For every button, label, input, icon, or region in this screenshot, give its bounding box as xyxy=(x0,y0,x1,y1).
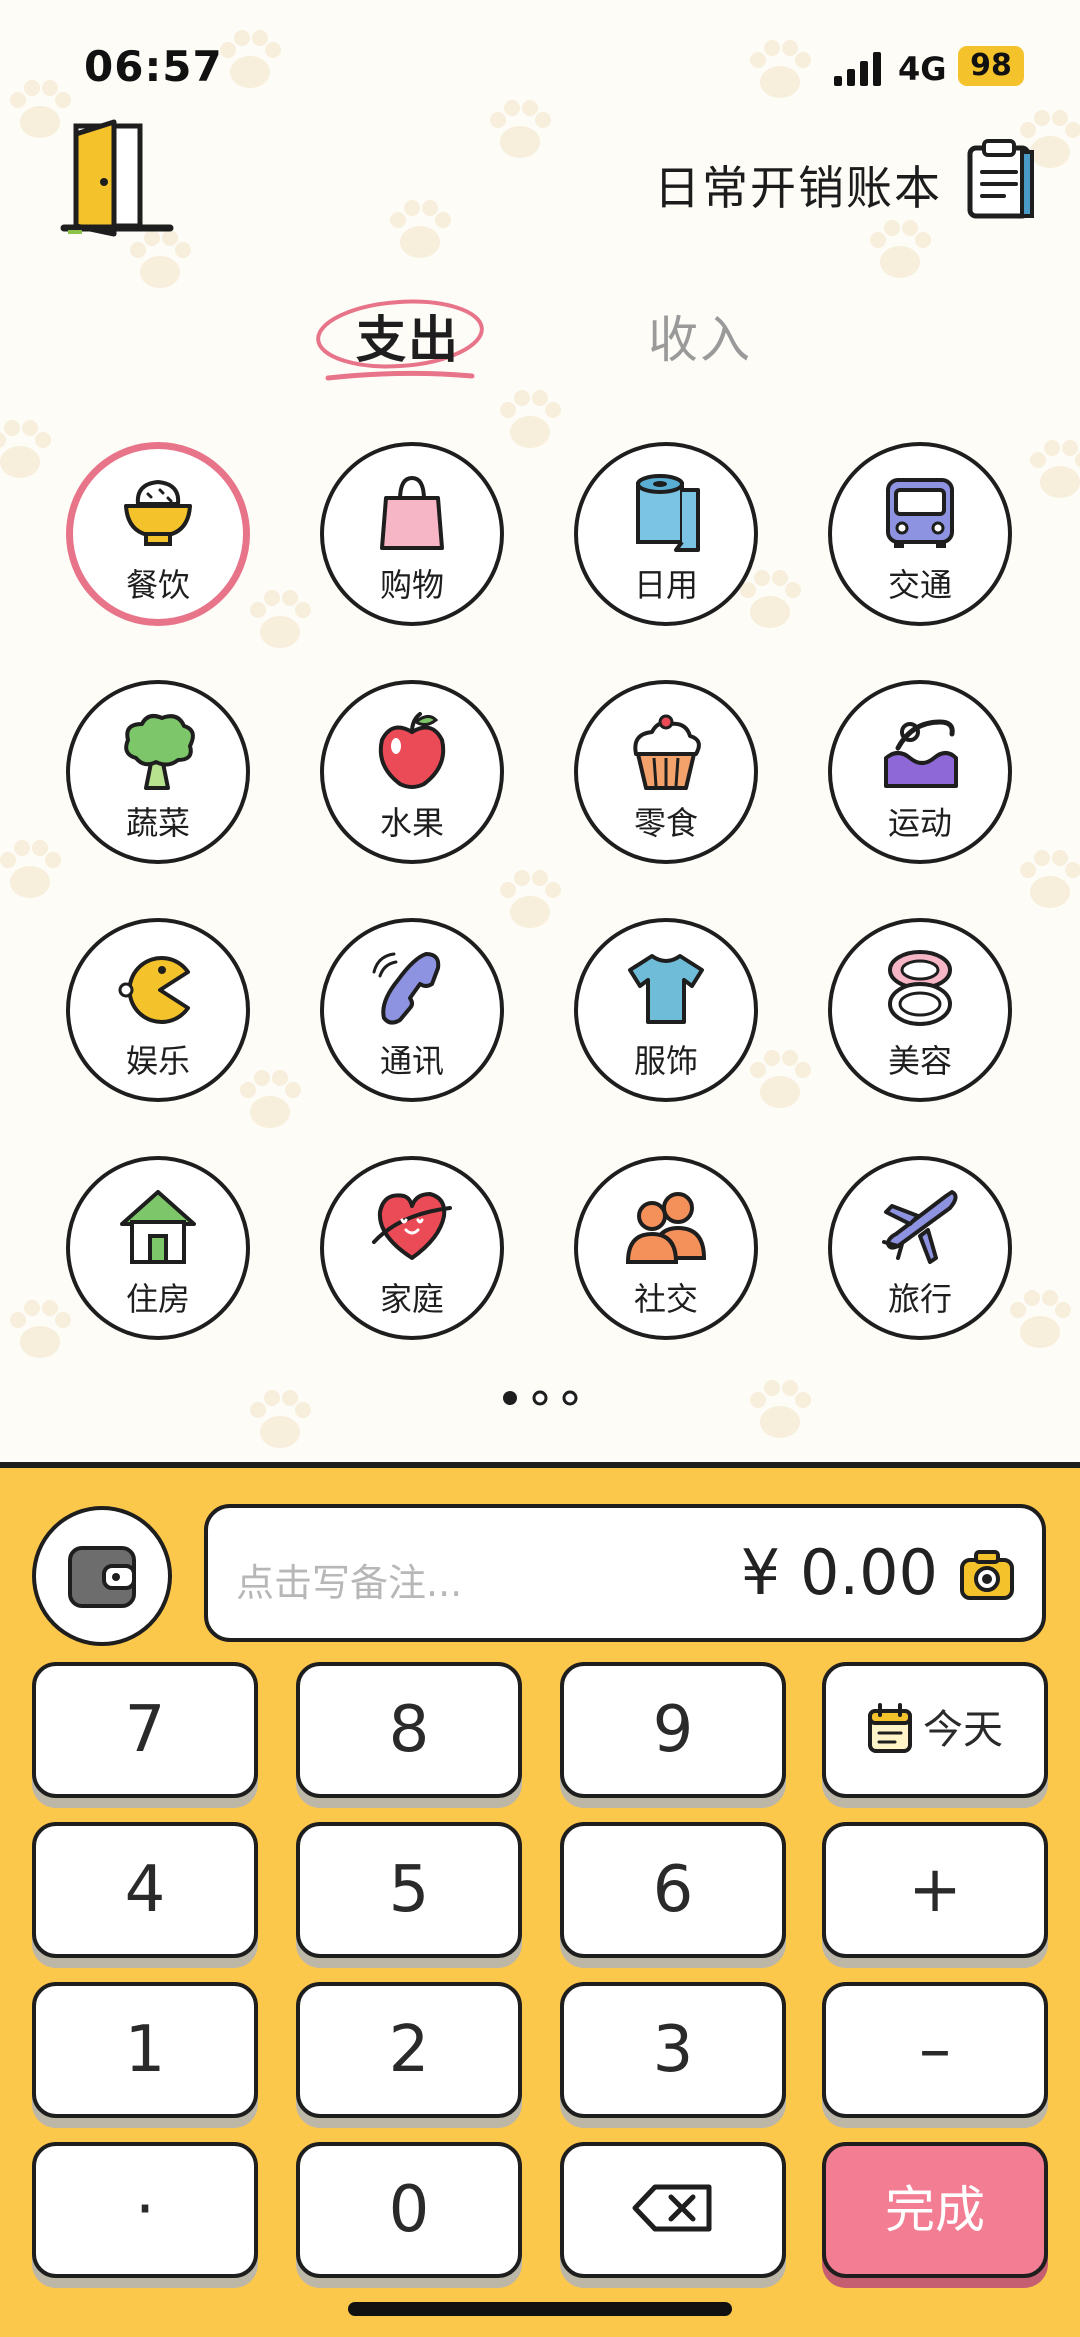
key-5[interactable]: 5 xyxy=(296,1822,522,1958)
key-2[interactable]: 2 xyxy=(296,1982,522,2118)
category-label: 水果 xyxy=(379,804,444,842)
category-dining[interactable]: 餐饮 xyxy=(66,442,250,626)
page-indicator xyxy=(503,1390,578,1406)
category-shopping[interactable]: 购物 xyxy=(320,442,504,626)
category-social[interactable]: 社交 xyxy=(574,1156,758,1340)
tshirt-icon xyxy=(628,954,704,1024)
account-wallet-button[interactable] xyxy=(32,1506,172,1646)
category-label: 旅行 xyxy=(887,1280,952,1318)
category-label: 娱乐 xyxy=(125,1042,190,1080)
key-9[interactable]: 9 xyxy=(560,1662,786,1798)
category-label: 家庭 xyxy=(379,1280,444,1318)
category-fruit[interactable]: 水果 xyxy=(320,680,504,864)
key-1[interactable]: 1 xyxy=(32,1982,258,2118)
pacman-icon xyxy=(118,956,190,1024)
category-label: 美容 xyxy=(887,1042,952,1080)
backspace-icon xyxy=(632,2184,712,2232)
people-icon xyxy=(625,1192,707,1264)
shopping-bag-icon xyxy=(380,475,444,550)
backspace-button[interactable] xyxy=(560,2142,786,2278)
key-plus[interactable]: + xyxy=(822,1822,1048,1958)
swimmer-icon xyxy=(884,719,958,788)
category-family[interactable]: 家庭 xyxy=(320,1156,504,1340)
category-snacks[interactable]: 零食 xyxy=(574,680,758,864)
category-sports[interactable]: 运动 xyxy=(828,680,1012,864)
key-minus[interactable]: – xyxy=(822,1982,1048,2118)
status-bar: 06:57 4G 98 xyxy=(0,0,1080,130)
ledger-name[interactable]: 日常开销账本 xyxy=(654,152,942,218)
cupcake-icon xyxy=(633,714,701,790)
key-8[interactable]: 8 xyxy=(296,1662,522,1798)
add-record-screen: 06:57 4G 98 日常开销账本 支出 收入 餐饮 购物 日用 交通 蔬菜 … xyxy=(0,0,1080,2337)
network-type: 4G xyxy=(898,50,947,88)
broccoli-icon xyxy=(124,714,195,790)
battery-level: 98 xyxy=(958,46,1024,86)
done-button[interactable]: 完成 xyxy=(822,2142,1048,2278)
camera-icon[interactable] xyxy=(958,1548,1016,1602)
category-telecom[interactable]: 通讯 xyxy=(320,918,504,1102)
key-7[interactable]: 7 xyxy=(32,1662,258,1798)
category-beauty[interactable]: 美容 xyxy=(828,918,1012,1102)
category-travel[interactable]: 旅行 xyxy=(828,1156,1012,1340)
compact-mirror-icon xyxy=(888,950,952,1026)
bus-icon xyxy=(886,478,954,548)
status-time: 06:57 xyxy=(84,42,223,91)
amount-display: ¥ 0.00 xyxy=(740,1536,938,1609)
key-4[interactable]: 4 xyxy=(32,1822,258,1958)
keypad-panel: 点击写备注... ¥ 0.00 7 8 9 今天 4 5 6 + 1 2 3 –… xyxy=(0,1462,1080,2337)
category-label: 社交 xyxy=(633,1280,698,1318)
wallet-icon xyxy=(68,1546,136,1608)
page-dot xyxy=(532,1390,548,1406)
note-input[interactable]: 点击写备注... xyxy=(236,1552,462,1607)
phone-icon xyxy=(372,952,441,1025)
category-daily-use[interactable]: 日用 xyxy=(574,442,758,626)
category-label: 日用 xyxy=(633,566,698,604)
page-dot-active xyxy=(503,1391,517,1405)
category-label: 交通 xyxy=(887,566,952,604)
date-today-button[interactable]: 今天 xyxy=(822,1662,1048,1798)
category-clothing[interactable]: 服饰 xyxy=(574,918,758,1102)
key-3[interactable]: 3 xyxy=(560,1982,786,2118)
cellular-signal-icon xyxy=(834,52,881,86)
apple-icon xyxy=(378,712,446,789)
category-housing[interactable]: 住房 xyxy=(66,1156,250,1340)
category-label: 零食 xyxy=(633,804,698,842)
category-label: 购物 xyxy=(379,566,444,604)
rice-bowl-icon xyxy=(124,479,192,546)
airplane-icon xyxy=(882,1190,958,1264)
today-label: 今天 xyxy=(923,1707,1003,1753)
tab-expense[interactable]: 支出 xyxy=(356,300,460,372)
category-label: 餐饮 xyxy=(125,566,190,604)
category-vegetables[interactable]: 蔬菜 xyxy=(66,680,250,864)
category-transport[interactable]: 交通 xyxy=(828,442,1012,626)
calendar-icon xyxy=(868,1703,912,1753)
category-label: 蔬菜 xyxy=(125,804,190,842)
page-dot xyxy=(562,1390,578,1406)
category-label: 住房 xyxy=(125,1280,190,1318)
clipboard-icon[interactable] xyxy=(964,138,1036,220)
note-amount-field[interactable]: 点击写备注... ¥ 0.00 xyxy=(204,1504,1046,1642)
category-entertainment[interactable]: 娱乐 xyxy=(66,918,250,1102)
key-decimal[interactable]: · xyxy=(32,2142,258,2278)
home-indicator xyxy=(348,2302,732,2316)
tissue-roll-icon xyxy=(636,474,700,552)
category-label: 运动 xyxy=(887,804,952,842)
key-0[interactable]: 0 xyxy=(296,2142,522,2278)
house-icon xyxy=(120,1190,196,1264)
category-label: 服饰 xyxy=(633,1042,698,1080)
key-6[interactable]: 6 xyxy=(560,1822,786,1958)
heart-planet-icon xyxy=(372,1192,452,1260)
category-label: 通讯 xyxy=(379,1042,444,1080)
tab-income[interactable]: 收入 xyxy=(648,300,752,372)
exit-door-icon[interactable] xyxy=(58,118,176,238)
